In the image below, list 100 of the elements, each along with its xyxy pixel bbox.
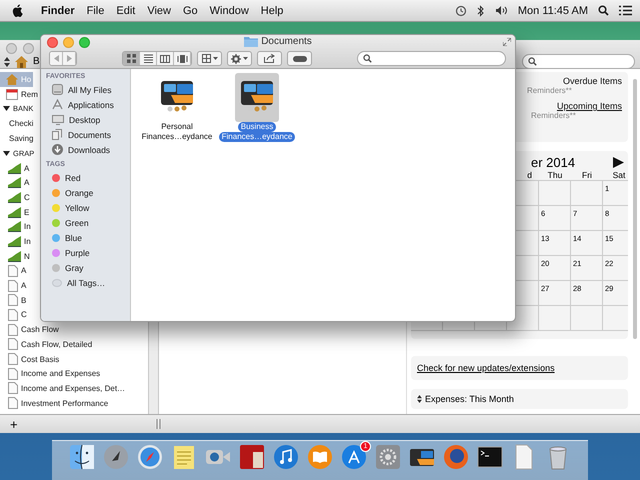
file-name[interactable]: Finances…eydance: [138, 132, 216, 142]
apple-icon[interactable]: [12, 4, 23, 17]
book-icon[interactable]: [307, 444, 333, 470]
sidebar-item[interactable]: Cash Flow: [0, 322, 61, 337]
sidebar-item[interactable]: Downloads: [46, 142, 130, 157]
sidebar-item[interactable]: Gray: [46, 260, 130, 275]
speaker-icon[interactable]: [494, 5, 508, 16]
file-name[interactable]: Business: [238, 122, 276, 132]
compass-icon[interactable]: [137, 444, 163, 470]
sidebar-item[interactable]: Rem: [0, 86, 40, 102]
column-view-button[interactable]: [157, 52, 174, 65]
sidebar-item[interactable]: All My Files: [46, 82, 130, 97]
letter-a-icon[interactable]: [341, 444, 367, 470]
icon-view-button[interactable]: [123, 52, 140, 65]
bluetooth-icon[interactable]: [476, 4, 485, 16]
bar-chart-icon: [8, 192, 21, 203]
sidebar-item[interactable]: In: [0, 220, 33, 234]
file-name[interactable]: Personal: [158, 122, 196, 132]
file-icon[interactable]: [235, 73, 279, 122]
bar-chart-icon: [8, 177, 21, 188]
sidebar-item[interactable]: C: [0, 308, 29, 322]
sidebar-item[interactable]: Saving: [0, 131, 36, 146]
curtain-icon[interactable]: [239, 444, 265, 470]
sidebar-item[interactable]: All Tags…: [46, 275, 130, 290]
document-icon: [8, 308, 18, 321]
scrollbar[interactable]: [633, 79, 637, 339]
sidebar-item[interactable]: In: [0, 234, 33, 249]
weekday-label: Fri: [581, 170, 593, 180]
disclosure-triangle-icon[interactable]: [3, 150, 10, 157]
sidebar-item[interactable]: Checki: [0, 116, 36, 132]
search-icon[interactable]: [598, 5, 609, 16]
reminder-heading[interactable]: Upcoming Items: [556, 101, 622, 111]
document-icon: [8, 382, 18, 394]
sidebar-item[interactable]: Income and Expenses: [0, 366, 102, 382]
sidebar-item[interactable]: Income and Expenses, Det…: [0, 381, 128, 396]
sidebar-item[interactable]: B: [0, 292, 28, 308]
search-field[interactable]: [522, 54, 635, 69]
sidebar-item[interactable]: A: [0, 278, 28, 293]
document-icon: [8, 338, 18, 350]
documents-icon: [52, 129, 63, 140]
bar-chart-icon: [8, 250, 21, 262]
smiling-face-icon[interactable]: [69, 444, 95, 470]
split-handle-icon[interactable]: [156, 419, 161, 429]
fullscreen-icon[interactable]: [503, 38, 511, 46]
bar-chart-icon: [8, 206, 21, 218]
search-icon: [528, 57, 537, 66]
sidebar-item[interactable]: Cost Basis: [0, 352, 62, 366]
sidebar-item[interactable]: E: [0, 204, 32, 220]
disclosure-triangle-icon[interactable]: [3, 105, 10, 112]
sidebar-item[interactable]: Green: [46, 215, 130, 230]
action-button[interactable]: [227, 51, 252, 66]
bar-chart-icon: [8, 221, 21, 232]
menu-item[interactable]: View: [147, 4, 171, 16]
close-button[interactable]: [47, 36, 58, 48]
sidebar-item[interactable]: Yellow: [46, 200, 130, 215]
weekday-label: Sat: [612, 170, 626, 180]
clock[interactable]: Mon 11:45 AM: [518, 4, 588, 16]
zoom-button[interactable]: [79, 36, 90, 48]
sidebar-item[interactable]: Red: [46, 170, 130, 185]
sidebar-item[interactable]: Blue: [46, 230, 130, 245]
terminal-icon[interactable]: [477, 444, 503, 470]
sidebar-item[interactable]: Orange: [46, 185, 130, 200]
search-field[interactable]: [357, 51, 506, 66]
reminder-note: Reminders**: [530, 111, 577, 120]
sidebar-item[interactable]: Cash Flow, Detailed: [0, 337, 94, 352]
weekday-label: Thu: [546, 170, 564, 180]
menu-item[interactable]: Window: [210, 4, 249, 16]
sidebar-item[interactable]: C: [0, 190, 32, 205]
list-icon[interactable]: [619, 5, 632, 16]
menu-item[interactable]: Go: [182, 4, 198, 16]
sidebar-item[interactable]: Documents: [46, 127, 130, 142]
sidebar-item[interactable]: Desktop: [46, 112, 130, 127]
gear-icon: [231, 54, 241, 64]
toolbar-label: B: [33, 56, 40, 67]
house-icon: [6, 74, 18, 85]
up-down-arrow-icon[interactable]: [4, 56, 10, 66]
sidebar-item[interactable]: A: [0, 264, 28, 278]
sidebar-item[interactable]: Investment Performance: [0, 396, 110, 410]
music-note-icon[interactable]: [273, 444, 299, 470]
add-button[interactable]: +: [2, 416, 26, 432]
menu-item[interactable]: File: [86, 4, 104, 16]
up-down-arrow-icon[interactable]: [417, 395, 422, 403]
document-icon: [8, 264, 18, 277]
calendar-month: er 2014: [531, 155, 576, 170]
menu-item[interactable]: Edit: [116, 4, 136, 16]
app-menu[interactable]: Finder: [41, 4, 75, 16]
file-name[interactable]: Finances…eydance: [218, 132, 296, 142]
sidebar-item[interactable]: Purple: [46, 245, 130, 260]
list-icon: [144, 54, 152, 63]
share-button[interactable]: [257, 51, 282, 66]
sidebar-item[interactable]: Applications: [46, 97, 130, 112]
house-icon[interactable]: [15, 56, 28, 68]
menu-item[interactable]: Help: [260, 4, 284, 16]
tag-button[interactable]: [287, 51, 312, 66]
caret-icon: [212, 57, 218, 60]
sidebar-item[interactable]: A: [0, 160, 32, 176]
sidebar-item[interactable]: N: [0, 248, 32, 264]
sidebar-item[interactable]: A: [0, 175, 32, 190]
next-month-arrow-icon[interactable]: [613, 157, 624, 168]
arrange-button[interactable]: [197, 51, 222, 66]
